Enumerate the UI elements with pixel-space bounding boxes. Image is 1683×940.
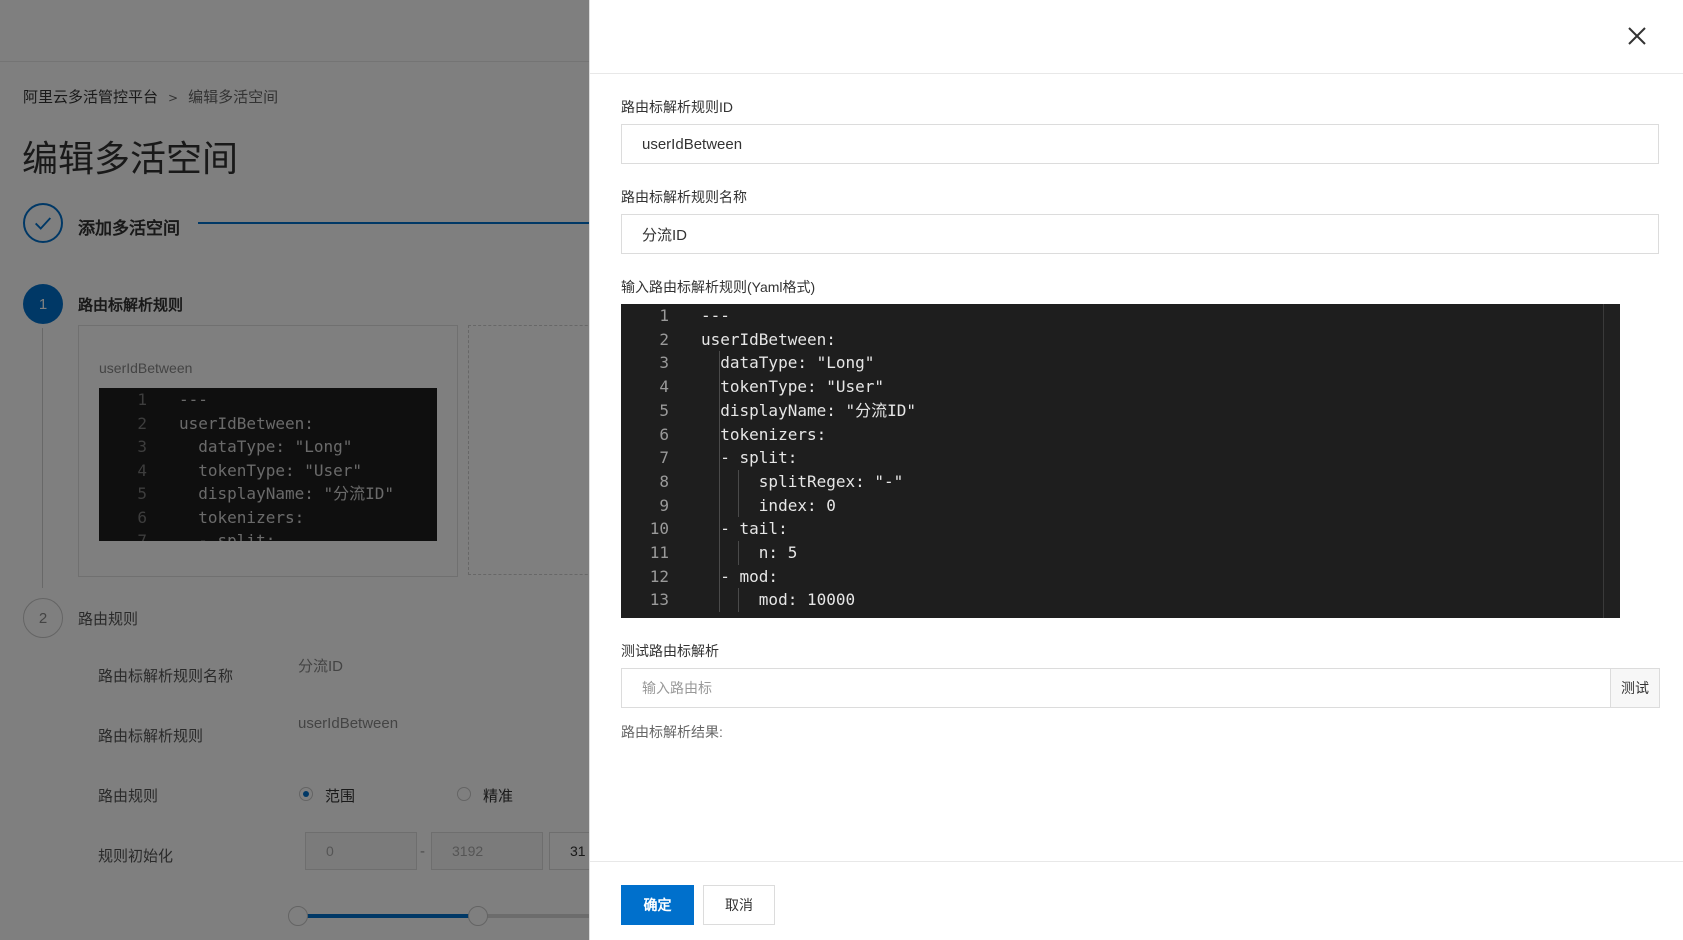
code-text: dataType: "Long" [701, 353, 875, 373]
test-route-tag-input[interactable] [621, 668, 1610, 708]
line-number: 13 [649, 590, 669, 610]
line-number: 6 [659, 424, 669, 444]
line-number: 3 [659, 353, 669, 373]
code-text: index: 0 [701, 495, 836, 515]
rule-id-label: 路由标解析规则ID [621, 99, 733, 115]
code-line: 7 - split: [621, 446, 1620, 470]
drawer-header [590, 0, 1683, 74]
indent-guide [738, 588, 740, 613]
code-line: 8 splitRegex: "-" [621, 470, 1620, 494]
line-number: 9 [659, 495, 669, 515]
confirm-button[interactable]: 确定 [621, 885, 694, 925]
line-number: 2 [659, 329, 669, 349]
code-line: 6 tokenizers: [621, 423, 1620, 447]
code-text: - split: [701, 448, 798, 468]
rule-id-input[interactable] [621, 124, 1659, 164]
indent-guide [719, 351, 721, 613]
line-number: 10 [649, 519, 669, 539]
line-number: 12 [649, 566, 669, 586]
code-text: tokenType: "User" [701, 377, 885, 397]
yaml-label: 输入路由标解析规则(Yaml格式) [621, 279, 816, 295]
line-number: 11 [649, 543, 669, 562]
yaml-code-editor[interactable]: 1 --- 2 userIdBetween: 3 dataType: "Long" 4 t… [621, 304, 1620, 618]
code-line: 10 - tail: [621, 517, 1620, 541]
code-line: 4 tokenType: "User" [621, 375, 1620, 399]
edit-rule-drawer: 路由标解析规则ID 路由标解析规则名称 输入路由标解析规则(Yaml格式) 1 -… [589, 0, 1683, 940]
close-button[interactable] [1625, 24, 1649, 48]
code-line: 12 - mod: [621, 565, 1620, 589]
code-line: 11 n: 5 [621, 541, 1620, 565]
line-number: 7 [659, 448, 669, 468]
code-line: 13 mod: 10000 [621, 588, 1620, 612]
code-text: n: 5 [701, 543, 798, 562]
code-text: - tail: [701, 519, 788, 539]
cancel-button[interactable]: 取消 [703, 885, 775, 925]
code-text: - mod: [701, 566, 779, 586]
code-line: 2 userIdBetween: [621, 328, 1620, 352]
code-text: splitRegex: "-" [701, 471, 904, 491]
code-text: mod: 10000 [701, 590, 856, 610]
rule-name-label: 路由标解析规则名称 [621, 189, 747, 205]
line-number: 8 [659, 471, 669, 491]
code-line: 1 --- [621, 304, 1620, 328]
code-line: 9 index: 0 [621, 494, 1620, 518]
code-line: 5 displayName: "分流ID" [621, 399, 1620, 423]
indent-guide [738, 469, 740, 518]
test-label: 测试路由标解析 [621, 643, 719, 659]
line-number: 4 [659, 377, 669, 397]
rule-name-input[interactable] [621, 214, 1659, 254]
code-text: userIdBetween: [701, 329, 836, 349]
test-button[interactable]: 测试 [1610, 668, 1660, 708]
test-result-label: 路由标解析结果: [621, 724, 723, 740]
indent-guide [738, 541, 740, 565]
line-number: 5 [659, 400, 669, 420]
code-text: --- [701, 306, 730, 325]
code-text: displayName: "分流ID" [701, 400, 917, 420]
close-icon [1628, 27, 1646, 45]
code-line: 3 dataType: "Long" [621, 351, 1620, 375]
line-number: 1 [659, 306, 669, 325]
